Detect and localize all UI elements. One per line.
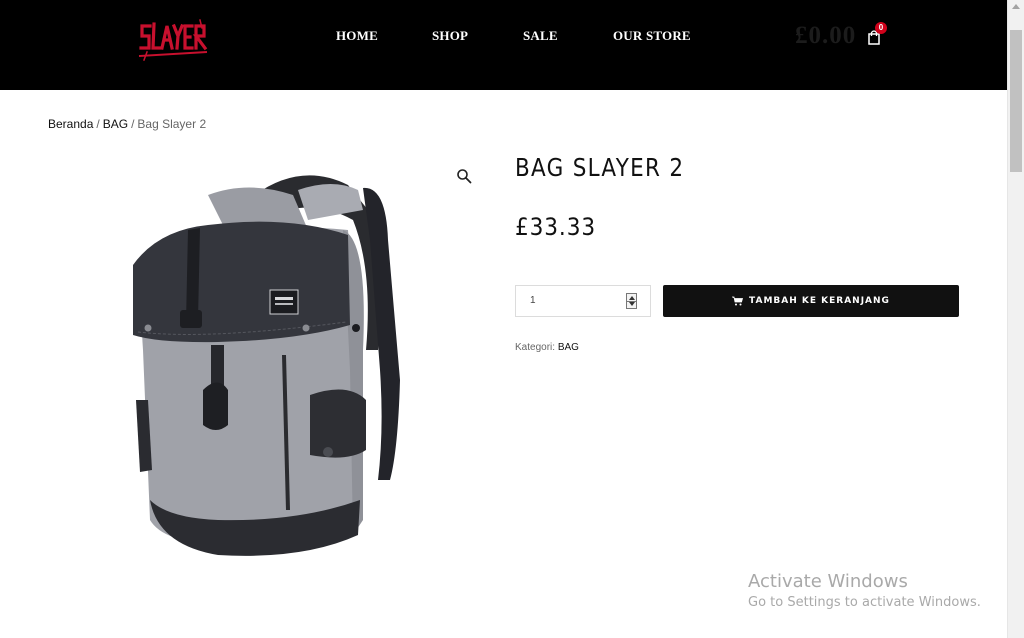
scroll-thumb[interactable]: [1010, 30, 1022, 172]
breadcrumb-separator: /: [96, 117, 100, 131]
cart-count-badge: 0: [875, 22, 887, 34]
magnifier-icon[interactable]: [456, 168, 472, 184]
watermark-subtitle: Go to Settings to activate Windows.: [748, 595, 981, 610]
breadcrumb: Beranda / BAG / Bag Slayer 2: [48, 117, 206, 131]
add-to-cart-label: TAMBAH KE KERANJANG: [749, 296, 890, 306]
nav-sale[interactable]: SALE: [523, 28, 558, 44]
scroll-up-arrow-icon[interactable]: [1012, 4, 1020, 9]
site-header: HOME SHOP SALE OUR STORE £0.00 0: [0, 0, 1007, 90]
product-meta: Kategori: BAG: [515, 342, 579, 353]
windows-activation-watermark: Activate Windows Go to Settings to activ…: [748, 571, 981, 610]
breadcrumb-separator: /: [131, 117, 135, 131]
add-to-cart-button[interactable]: TAMBAH KE KERANJANG: [663, 285, 959, 317]
watermark-title: Activate Windows: [748, 571, 908, 592]
breadcrumb-category[interactable]: BAG: [103, 117, 128, 131]
nav-shop[interactable]: SHOP: [432, 28, 468, 44]
vertical-scrollbar[interactable]: [1007, 0, 1024, 638]
quantity-stepper[interactable]: 1: [515, 285, 651, 317]
quantity-spinner[interactable]: [626, 293, 637, 309]
breadcrumb-current: Bag Slayer 2: [137, 117, 207, 131]
backpack-image[interactable]: [48, 150, 486, 590]
product-price: £33.33: [515, 213, 596, 241]
category-link[interactable]: BAG: [558, 342, 579, 353]
cart-total[interactable]: £0.00: [795, 22, 856, 50]
nav-home[interactable]: HOME: [336, 28, 378, 44]
nav-our-store[interactable]: OUR STORE: [613, 28, 691, 44]
chevron-up-icon[interactable]: [629, 296, 635, 300]
chevron-down-icon[interactable]: [629, 302, 635, 306]
breadcrumb-home[interactable]: Beranda: [48, 117, 93, 131]
quantity-value[interactable]: 1: [530, 295, 536, 306]
product-title: BAG SLAYER 2: [515, 153, 685, 182]
cart-icon: [732, 296, 744, 306]
category-label: Kategori:: [515, 342, 556, 353]
